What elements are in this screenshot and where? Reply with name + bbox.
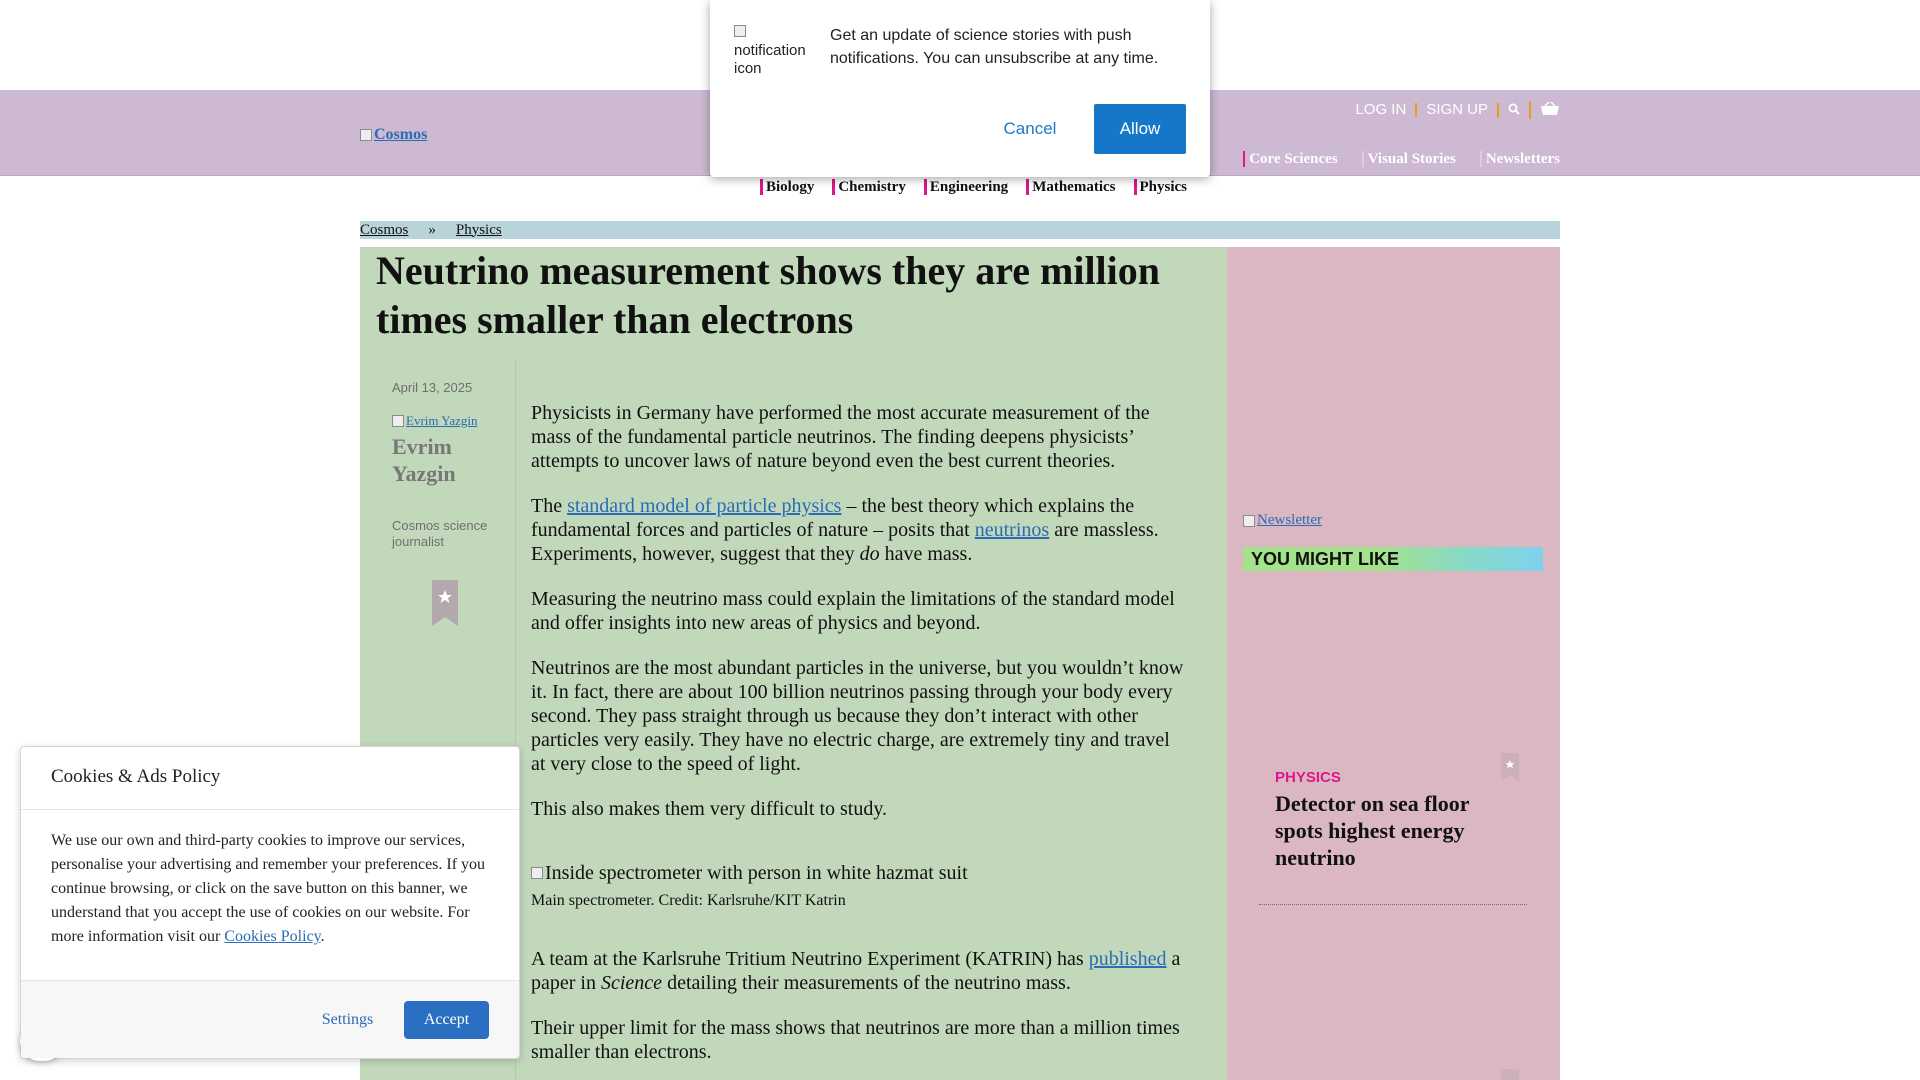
notification-icon: notification icon	[734, 24, 814, 78]
paragraph: Neutrinos are the most abundant particle…	[531, 657, 1184, 775]
utility-nav: LOG IN SIGN UP	[1355, 101, 1560, 119]
main-nav: Core Sciences Visual Stories Newsletters	[1219, 151, 1560, 167]
paragraph: This also makes them very difficult to s…	[531, 798, 888, 820]
breadcrumb: Cosmos » Physics	[360, 221, 1560, 239]
divider	[21, 809, 519, 810]
bookmark-icon[interactable]	[1501, 1068, 1519, 1080]
site-logo[interactable]: Cosmos	[360, 126, 427, 144]
link-standard-model[interactable]: standard model of particle physics	[567, 495, 841, 517]
cookie-settings-button[interactable]: Settings	[310, 1002, 385, 1038]
cookie-banner-text: We use our own and third-party cookies t…	[51, 832, 486, 945]
subnav-item-physics[interactable]: Physics	[1133, 179, 1187, 195]
broken-image-icon	[734, 25, 746, 37]
broken-image-icon	[392, 415, 404, 427]
subnav-item-engineering[interactable]: Engineering	[923, 179, 1008, 195]
article-date: April 13, 2025	[392, 380, 473, 395]
link-neutrinos[interactable]: neutrinos	[975, 519, 1049, 541]
breadcrumb-separator: »	[428, 221, 436, 238]
author-avatar[interactable]: Evrim Yazgin	[392, 413, 478, 429]
card-title[interactable]: Detector on sea floor spots highest ener…	[1275, 790, 1505, 871]
newsletter-alt-text: Newsletter	[1257, 512, 1322, 528]
paragraph: The standard model of particle physics –…	[531, 495, 1159, 565]
paragraph: Their upper limit for the mass shows tha…	[531, 1017, 1180, 1063]
article-body: Physicists in Germany have performed the…	[531, 401, 1186, 1080]
link-published[interactable]: published	[1089, 948, 1167, 970]
figure-alt-text: Inside spectrometer with person in white…	[545, 862, 968, 884]
sidebar	[1227, 247, 1560, 1080]
author-name[interactable]: Evrim Yazgin	[392, 433, 502, 487]
bookmark-icon[interactable]	[432, 580, 458, 626]
basket-icon[interactable]	[1529, 101, 1560, 119]
cancel-button[interactable]: Cancel	[990, 104, 1070, 154]
broken-image-icon	[360, 129, 372, 141]
broken-image-icon	[531, 867, 543, 879]
nav-item-newsletters[interactable]: Newsletters	[1479, 151, 1560, 167]
author-role: Cosmos science journalist	[392, 518, 488, 549]
bookmark-icon[interactable]	[1501, 753, 1519, 781]
breadcrumb-section[interactable]: Physics	[456, 222, 502, 239]
cookie-banner-title: Cookies & Ads Policy	[51, 766, 221, 787]
figure-caption: Main spectrometer. Credit: Karlsruhe/KIT…	[531, 892, 846, 909]
nav-item-visual-stories[interactable]: Visual Stories	[1361, 151, 1456, 167]
login-link[interactable]: LOG IN	[1355, 102, 1415, 117]
logo-alt-text: Cosmos	[374, 126, 428, 143]
subnav-item-mathematics[interactable]: Mathematics	[1026, 179, 1116, 195]
card-category[interactable]: PHYSICS	[1275, 769, 1341, 786]
breadcrumb-home[interactable]: Cosmos	[360, 222, 408, 239]
signup-link[interactable]: SIGN UP	[1415, 102, 1497, 117]
card-divider	[1259, 904, 1527, 905]
paragraph: A team at the Karlsruhe Tritium Neutrino…	[531, 948, 1181, 994]
allow-button[interactable]: Allow	[1094, 104, 1186, 154]
you-might-like-heading: YOU MIGHT LIKE	[1243, 547, 1543, 571]
newsletter-banner[interactable]: Newsletter	[1243, 512, 1322, 529]
notification-icon-alt: notification icon	[734, 42, 806, 77]
search-icon[interactable]	[1497, 102, 1529, 118]
subnav-item-chemistry[interactable]: Chemistry	[832, 179, 906, 195]
paragraph: Measuring the neutrino mass could explai…	[531, 588, 1175, 634]
paragraph: Physicists in Germany have performed the…	[531, 402, 1150, 472]
article-title: Neutrino measurement shows they are mill…	[376, 248, 1161, 342]
figure-image: Inside spectrometer with person in white…	[531, 861, 1186, 885]
sub-nav: Biology Chemistry Engineering Mathematic…	[760, 179, 1205, 195]
cookies-policy-link[interactable]: Cookies Policy	[224, 928, 320, 945]
broken-image-icon	[1243, 514, 1255, 527]
notification-message: Get an update of science stories with pu…	[830, 27, 1159, 67]
subnav-item-biology[interactable]: Biology	[760, 179, 814, 195]
cookie-accept-button[interactable]: Accept	[404, 1001, 489, 1039]
author-avatar-alt: Evrim Yazgin	[406, 413, 478, 428]
nav-item-core-sciences[interactable]: Core Sciences	[1243, 151, 1338, 167]
